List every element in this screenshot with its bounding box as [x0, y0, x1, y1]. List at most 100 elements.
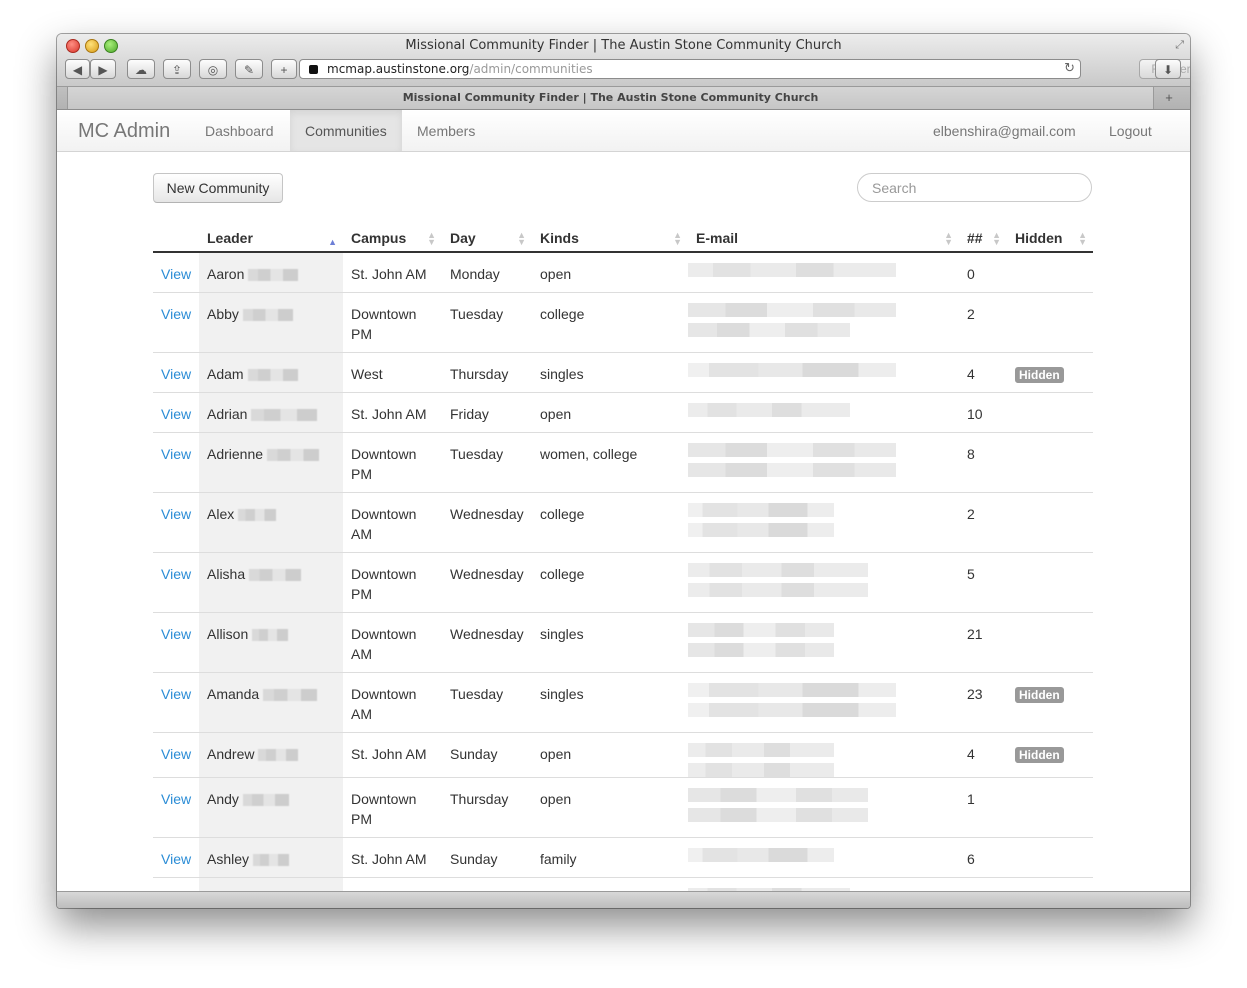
count-cell: 0 [967, 266, 975, 282]
email-cell [688, 732, 959, 778]
view-link[interactable]: View [161, 446, 191, 462]
communities-table-wrap: Leader ▲ Campus ▲ ▼ Day ▲ ▼ Kinds ▲ ▼ E-… [153, 214, 1093, 908]
count-cell: 2 [959, 492, 1007, 553]
redacted-email [688, 788, 868, 802]
view-link[interactable]: View [161, 506, 191, 522]
redacted-email [688, 403, 850, 417]
view-cell: View [153, 552, 199, 613]
downloads-button[interactable]: ⬇ [1155, 59, 1181, 79]
hidden-badge: Hidden [1015, 747, 1064, 763]
nav-communities[interactable]: Communities [290, 110, 402, 151]
sort-icon: ▲ ▼ [427, 230, 436, 247]
col-count[interactable]: ## ▲ ▼ [959, 214, 1007, 253]
table-row: View Adrienne Downtown PM Tuesday women, col… [153, 432, 1093, 493]
count-cell: 5 [959, 552, 1007, 613]
history-button[interactable]: ◎ [199, 59, 227, 79]
day-cell: Friday [442, 392, 532, 433]
leader-name: Andy [207, 791, 239, 807]
leader-name: Aaron [207, 266, 245, 282]
fullscreen-icon[interactable]: ⤢ [1175, 39, 1184, 52]
email-cell [688, 392, 959, 433]
kinds-cell: open [532, 777, 688, 838]
count-cell: 21 [959, 612, 1007, 673]
brand-logo[interactable]: MC Admin [78, 110, 170, 152]
leader-cell: Adam [199, 352, 343, 393]
hidden-cell [1007, 432, 1093, 493]
view-link[interactable]: View [161, 306, 191, 322]
col-campus[interactable]: Campus ▲ ▼ [343, 214, 442, 253]
table-row: View Abby Downtown PM Tuesday college 2 [153, 292, 1093, 353]
col-campus-label: Campus [351, 230, 407, 246]
kinds-cell: college [532, 292, 688, 353]
forward-button[interactable]: ▶ [90, 59, 116, 79]
email-cell [688, 492, 959, 553]
col-leader-label: Leader [207, 230, 253, 246]
kinds-cell: women, college [532, 432, 688, 493]
view-link[interactable]: View [161, 686, 191, 702]
campus-cell: Downtown AM [343, 612, 442, 673]
leader-name: Allison [207, 626, 249, 642]
view-link[interactable]: View [161, 746, 191, 762]
leader-cell: Aaron [199, 252, 343, 293]
view-link[interactable]: View [161, 791, 191, 807]
day-cell: Thursday [442, 777, 532, 838]
nav-dashboard[interactable]: Dashboard [190, 110, 289, 151]
view-link[interactable]: View [161, 366, 191, 382]
view-cell: View [153, 732, 199, 778]
count-cell: 4 [959, 352, 1007, 393]
kinds-cell: singles [532, 352, 688, 393]
hidden-cell [1007, 777, 1093, 838]
view-link[interactable]: View [161, 626, 191, 642]
view-cell: View [153, 252, 199, 293]
nav-members[interactable]: Members [402, 110, 490, 151]
day-cell: Wednesday [442, 492, 532, 553]
address-bar[interactable]: mcmap.austinstone.org/admin/communities … [299, 59, 1081, 79]
col-day[interactable]: Day ▲ ▼ [442, 214, 532, 253]
table-header-row: Leader ▲ Campus ▲ ▼ Day ▲ ▼ Kinds ▲ ▼ E-… [153, 214, 1093, 253]
redacted-surname [267, 449, 320, 462]
reload-icon[interactable]: ↻ [1064, 60, 1075, 78]
redacted-email [688, 683, 896, 697]
search-input[interactable] [857, 173, 1092, 202]
email-cell [688, 777, 959, 838]
settings-button[interactable]: ✎ [235, 59, 263, 79]
campus-cell: Downtown PM [343, 777, 442, 838]
redacted-email [688, 808, 868, 822]
col-hidden[interactable]: Hidden ▲ ▼ [1007, 214, 1093, 253]
col-view [153, 214, 199, 253]
view-link[interactable]: View [161, 566, 191, 582]
add-bookmark-button[interactable]: + [271, 59, 297, 79]
day-cell: Sunday [442, 732, 532, 778]
url-text[interactable]: mcmap.austinstone.org/admin/communities [327, 60, 593, 78]
view-link[interactable]: View [161, 266, 191, 282]
leader-cell: Abby [199, 292, 343, 353]
tab-current[interactable]: Missional Community Finder | The Austin … [67, 87, 1154, 109]
user-email[interactable]: elbenshira@gmail.com [918, 110, 1091, 151]
redacted-email [688, 463, 896, 477]
kinds-cell: college [532, 492, 688, 553]
campus-cell: St. John AM [343, 837, 442, 878]
hidden-cell: Hidden [1007, 352, 1093, 393]
logout-link[interactable]: Logout [1094, 110, 1167, 151]
redacted-surname [248, 269, 299, 282]
share-button[interactable]: ⇪ [163, 59, 191, 79]
view-link[interactable]: View [161, 406, 191, 422]
leader-cell: Adrienne [199, 432, 343, 493]
icloud-tabs-button[interactable]: ☁ [127, 59, 155, 79]
window-title: Missional Community Finder | The Austin … [405, 38, 842, 53]
col-leader[interactable]: Leader ▲ [199, 214, 343, 253]
leader-cell: Andy [199, 777, 343, 838]
browser-titlebar: Missional Community Finder | The Austin … [57, 34, 1190, 87]
campus-cell: Downtown AM [343, 672, 442, 733]
new-tab-icon[interactable]: + [1158, 87, 1180, 109]
back-button[interactable]: ◀ [65, 59, 90, 79]
kinds-cell: singles [532, 672, 688, 733]
redacted-surname [258, 749, 299, 762]
redacted-email [688, 583, 868, 597]
count-cell: 8 [959, 432, 1007, 493]
col-email[interactable]: E-mail ▲ ▼ [688, 214, 959, 253]
col-kinds[interactable]: Kinds ▲ ▼ [532, 214, 688, 253]
new-community-button[interactable]: New Community [153, 173, 283, 203]
view-link[interactable]: View [161, 851, 191, 867]
leader-cell: Adrian [199, 392, 343, 433]
